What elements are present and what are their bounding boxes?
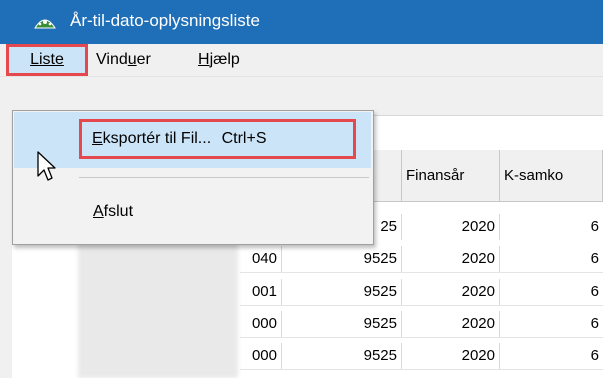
left-strip [0,115,12,378]
liste-dropdown-menu: Eksportér til Fil... Ctrl+S Afslut [12,110,374,245]
window-title: År-til-dato-oplysningsliste [70,11,260,30]
menu-vinduer-label-suffix: er [136,51,151,68]
menu-item-exit[interactable]: Afslut [93,203,133,221]
table-cell: 040 [240,246,282,272]
menu-bar: Liste Vinduer Hjælp [0,44,603,77]
export-mnemonic: E [92,130,103,147]
table-cell: 001 [240,279,282,305]
table-cell: 000 [240,343,282,369]
export-label: ksportér til Fil... [102,130,212,147]
row-divider [240,305,603,306]
table-cell: 9525 [282,279,402,305]
menu-vinduer-mnemonic: u [127,51,137,68]
exit-label: fslut [103,203,134,220]
row-divider [240,369,603,370]
app-icon [34,19,56,29]
table-cell: 6 [590,347,599,364]
menu-item-export-to-file[interactable]: Eksportér til Fil... Ctrl+S [79,119,356,159]
column-header-finansaar[interactable]: Finansår [402,150,500,202]
menu-separator [79,177,369,178]
menu-vinduer-label-prefix: Vind [96,51,128,68]
table-cell: 6 [590,315,599,332]
table-cell: 2020 [402,343,500,369]
title-bar: År-til-dato-oplysningsliste [0,0,603,44]
column-header-ksamko[interactable]: K-samko [500,150,603,202]
table-cell: 6 [590,250,599,267]
table-cell: 2020 [402,246,500,272]
menu-vinduer[interactable]: Vinduer [96,44,151,76]
menu-hjaelp-label-suffix: jælp [209,51,240,68]
menu-hjaelp-mnemonic: H [198,51,210,68]
table-cell: 2020 [402,214,500,240]
exit-mnemonic: A [93,203,104,220]
table-cell: 9525 [282,311,402,337]
table-cell: 9525 [282,343,402,369]
table-cell: 9525 [282,246,402,272]
table-cell: 2020 [402,279,500,305]
row-divider [240,337,603,338]
mouse-cursor-icon [37,151,56,181]
table-cell: 6 [590,283,599,300]
table-cell: 000 [240,311,282,337]
menu-hjaelp[interactable]: Hjælp [198,44,240,76]
row-divider [240,272,603,273]
table-cell: 6 [590,218,599,235]
menu-liste-label: Liste [30,51,64,68]
table-cell: 2020 [402,311,500,337]
export-shortcut: Ctrl+S [221,130,267,147]
menu-liste[interactable]: Liste [6,44,88,76]
